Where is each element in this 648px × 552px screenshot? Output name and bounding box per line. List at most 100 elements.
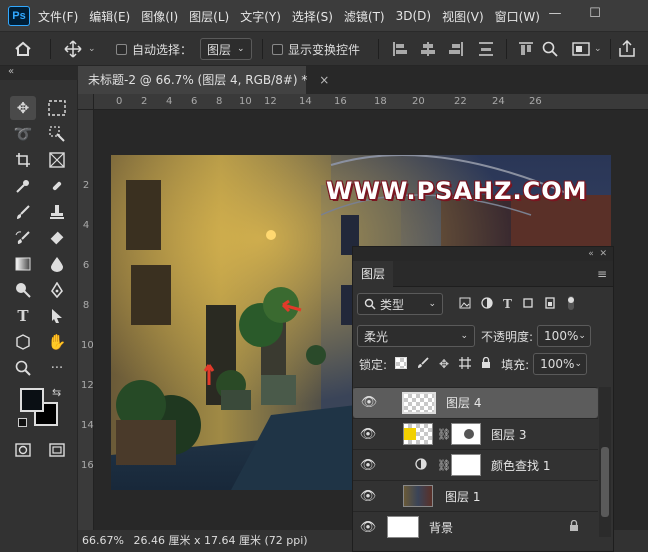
menu-filter[interactable]: 滤镜(T) [344, 8, 385, 25]
eye-icon[interactable]: 👁 [359, 481, 377, 512]
quick-select-tool-icon[interactable] [44, 122, 70, 146]
menu-edit[interactable]: 编辑(E) [89, 8, 130, 25]
menu-window[interactable]: 窗口(W) [495, 8, 540, 25]
frame-tool-icon[interactable] [44, 148, 70, 172]
align-top-icon[interactable] [518, 32, 534, 66]
menu-type[interactable]: 文字(Y) [240, 8, 281, 25]
panel-menu-icon[interactable]: ≡ [597, 267, 607, 281]
align-left-icon[interactable] [392, 32, 408, 66]
type-tool-icon[interactable]: T [10, 304, 36, 328]
more-tools-icon[interactable]: ··· [44, 356, 70, 380]
lock-transparent-icon[interactable] [395, 356, 408, 372]
eye-icon[interactable]: 👁 [359, 419, 377, 450]
layer-name[interactable]: 颜色查找 1 [491, 457, 550, 474]
lock-brush-icon[interactable] [417, 356, 429, 372]
zoom-level[interactable]: 66.67% [82, 530, 130, 552]
eye-icon[interactable]: 👁 [359, 512, 377, 543]
layer-name[interactable]: 背景 [429, 519, 453, 536]
align-right-icon[interactable] [448, 32, 464, 66]
eyedropper-tool-icon[interactable] [10, 174, 36, 198]
swap-colors-icon[interactable]: ⇆ [52, 386, 61, 399]
lasso-tool-icon[interactable]: ➰ [10, 122, 36, 146]
layer-name[interactable]: 图层 1 [445, 488, 480, 505]
tab-layers[interactable]: 图层 [353, 261, 393, 287]
dodge-tool-icon[interactable] [10, 278, 36, 302]
eye-icon[interactable]: 👁 [359, 450, 377, 481]
layer-row[interactable]: 👁 图层 4 [353, 387, 598, 418]
menu-file[interactable]: 文件(F) [38, 8, 78, 25]
filter-type-select[interactable]: 类型 ⌄ [357, 293, 443, 315]
layer-row[interactable]: 👁 背景 [353, 511, 598, 542]
crop-tool-icon[interactable] [10, 148, 36, 172]
menu-layer[interactable]: 图层(L) [189, 8, 229, 25]
menu-image[interactable]: 图像(I) [141, 8, 178, 25]
lock-artboard-icon[interactable] [459, 356, 472, 372]
zoom-tool-icon[interactable] [10, 356, 36, 380]
document-info[interactable]: 26.46 厘米 x 17.64 厘米 (72 ppi) [134, 534, 308, 547]
collapse-icon[interactable]: « [588, 249, 594, 259]
distribute-icon[interactable] [478, 32, 494, 66]
fill-input[interactable]: 100% ⌄ [533, 353, 588, 375]
lock-move-icon[interactable]: ✥ [439, 357, 449, 371]
eraser-tool-icon[interactable] [44, 226, 70, 250]
gradient-tool-icon[interactable] [10, 252, 36, 276]
chain-link-icon[interactable]: ⛓ [437, 459, 451, 472]
move-tool-icon[interactable]: ⌄ [64, 32, 96, 66]
stamp-tool-icon[interactable] [44, 200, 70, 224]
layer-name[interactable]: 图层 3 [491, 426, 526, 443]
screen-mode-icon[interactable] [44, 438, 70, 462]
shape-tool-icon[interactable] [10, 330, 36, 354]
layer-mask-thumbnail[interactable] [451, 423, 481, 445]
document-tab[interactable]: 未标题-2 @ 66.7% (图层 4, RGB/8#) * × [78, 66, 329, 94]
search-icon[interactable] [542, 32, 558, 66]
workspace-icon[interactable]: ⌄ [572, 32, 602, 66]
ruler-origin[interactable] [78, 94, 94, 110]
layer-row[interactable]: 👁 图层 1 [353, 480, 598, 511]
auto-select-checkbox[interactable] [116, 43, 127, 55]
collapse-chevron-icon[interactable]: « [0, 66, 78, 80]
path-select-tool-icon[interactable] [44, 304, 70, 328]
opacity-input[interactable]: 100% ⌄ [537, 325, 592, 347]
close-icon[interactable]: × [319, 73, 329, 87]
marquee-tool-icon[interactable] [44, 96, 70, 120]
default-colors-icon[interactable] [18, 418, 27, 427]
brush-tool-icon[interactable] [10, 200, 36, 224]
scrollbar-thumb[interactable] [601, 447, 609, 517]
filter-shape-icon[interactable] [522, 297, 534, 312]
lock-all-icon[interactable] [481, 356, 491, 372]
home-icon[interactable] [14, 32, 32, 66]
menu-view[interactable]: 视图(V) [442, 8, 484, 25]
align-center-icon[interactable] [420, 32, 436, 66]
minimize-button[interactable]: — [540, 0, 570, 26]
layers-scrollbar[interactable] [599, 387, 611, 537]
filter-smart-object-icon[interactable] [544, 296, 556, 312]
layer-row[interactable]: 👁 ⛓ 图层 3 [353, 418, 598, 449]
blend-mode-select[interactable]: 柔光 ⌄ [357, 325, 475, 347]
horizontal-ruler[interactable]: 0 2 4 6 8 10 12 14 16 18 20 22 24 26 [94, 94, 648, 110]
auto-select-target-select[interactable]: 图层 ⌄ [200, 38, 252, 60]
history-brush-tool-icon[interactable] [10, 226, 36, 250]
layer-name[interactable]: 图层 4 [446, 394, 481, 411]
menu-select[interactable]: 选择(S) [292, 8, 333, 25]
share-icon[interactable] [618, 32, 636, 66]
layer-mask-thumbnail[interactable] [451, 454, 481, 476]
foreground-color-swatch[interactable] [20, 388, 44, 412]
quick-mask-icon[interactable] [10, 438, 36, 462]
filter-pixel-icon[interactable] [459, 297, 471, 312]
hand-tool-icon[interactable]: ✋ [44, 330, 70, 354]
filter-type-layer-icon[interactable]: T [503, 297, 512, 311]
vertical-ruler[interactable]: 2 4 6 8 10 12 14 16 [78, 110, 94, 530]
maximize-button[interactable]: ☐ [580, 0, 610, 26]
pen-tool-icon[interactable] [44, 278, 70, 302]
filter-adjustment-icon[interactable] [481, 296, 493, 312]
eye-icon[interactable]: 👁 [360, 387, 378, 418]
close-icon[interactable]: ✕ [599, 249, 607, 259]
move-tool-icon[interactable]: ✥ [10, 96, 36, 120]
healing-brush-tool-icon[interactable] [44, 174, 70, 198]
layer-row[interactable]: 👁 ⛓ 颜色查找 1 [353, 449, 598, 480]
blur-tool-icon[interactable] [44, 252, 70, 276]
chain-link-icon[interactable]: ⛓ [437, 428, 451, 441]
chevron-down-icon[interactable]: ⌄ [88, 44, 96, 54]
menu-3d[interactable]: 3D(D) [396, 9, 431, 23]
filter-toggle-icon[interactable] [566, 295, 576, 314]
